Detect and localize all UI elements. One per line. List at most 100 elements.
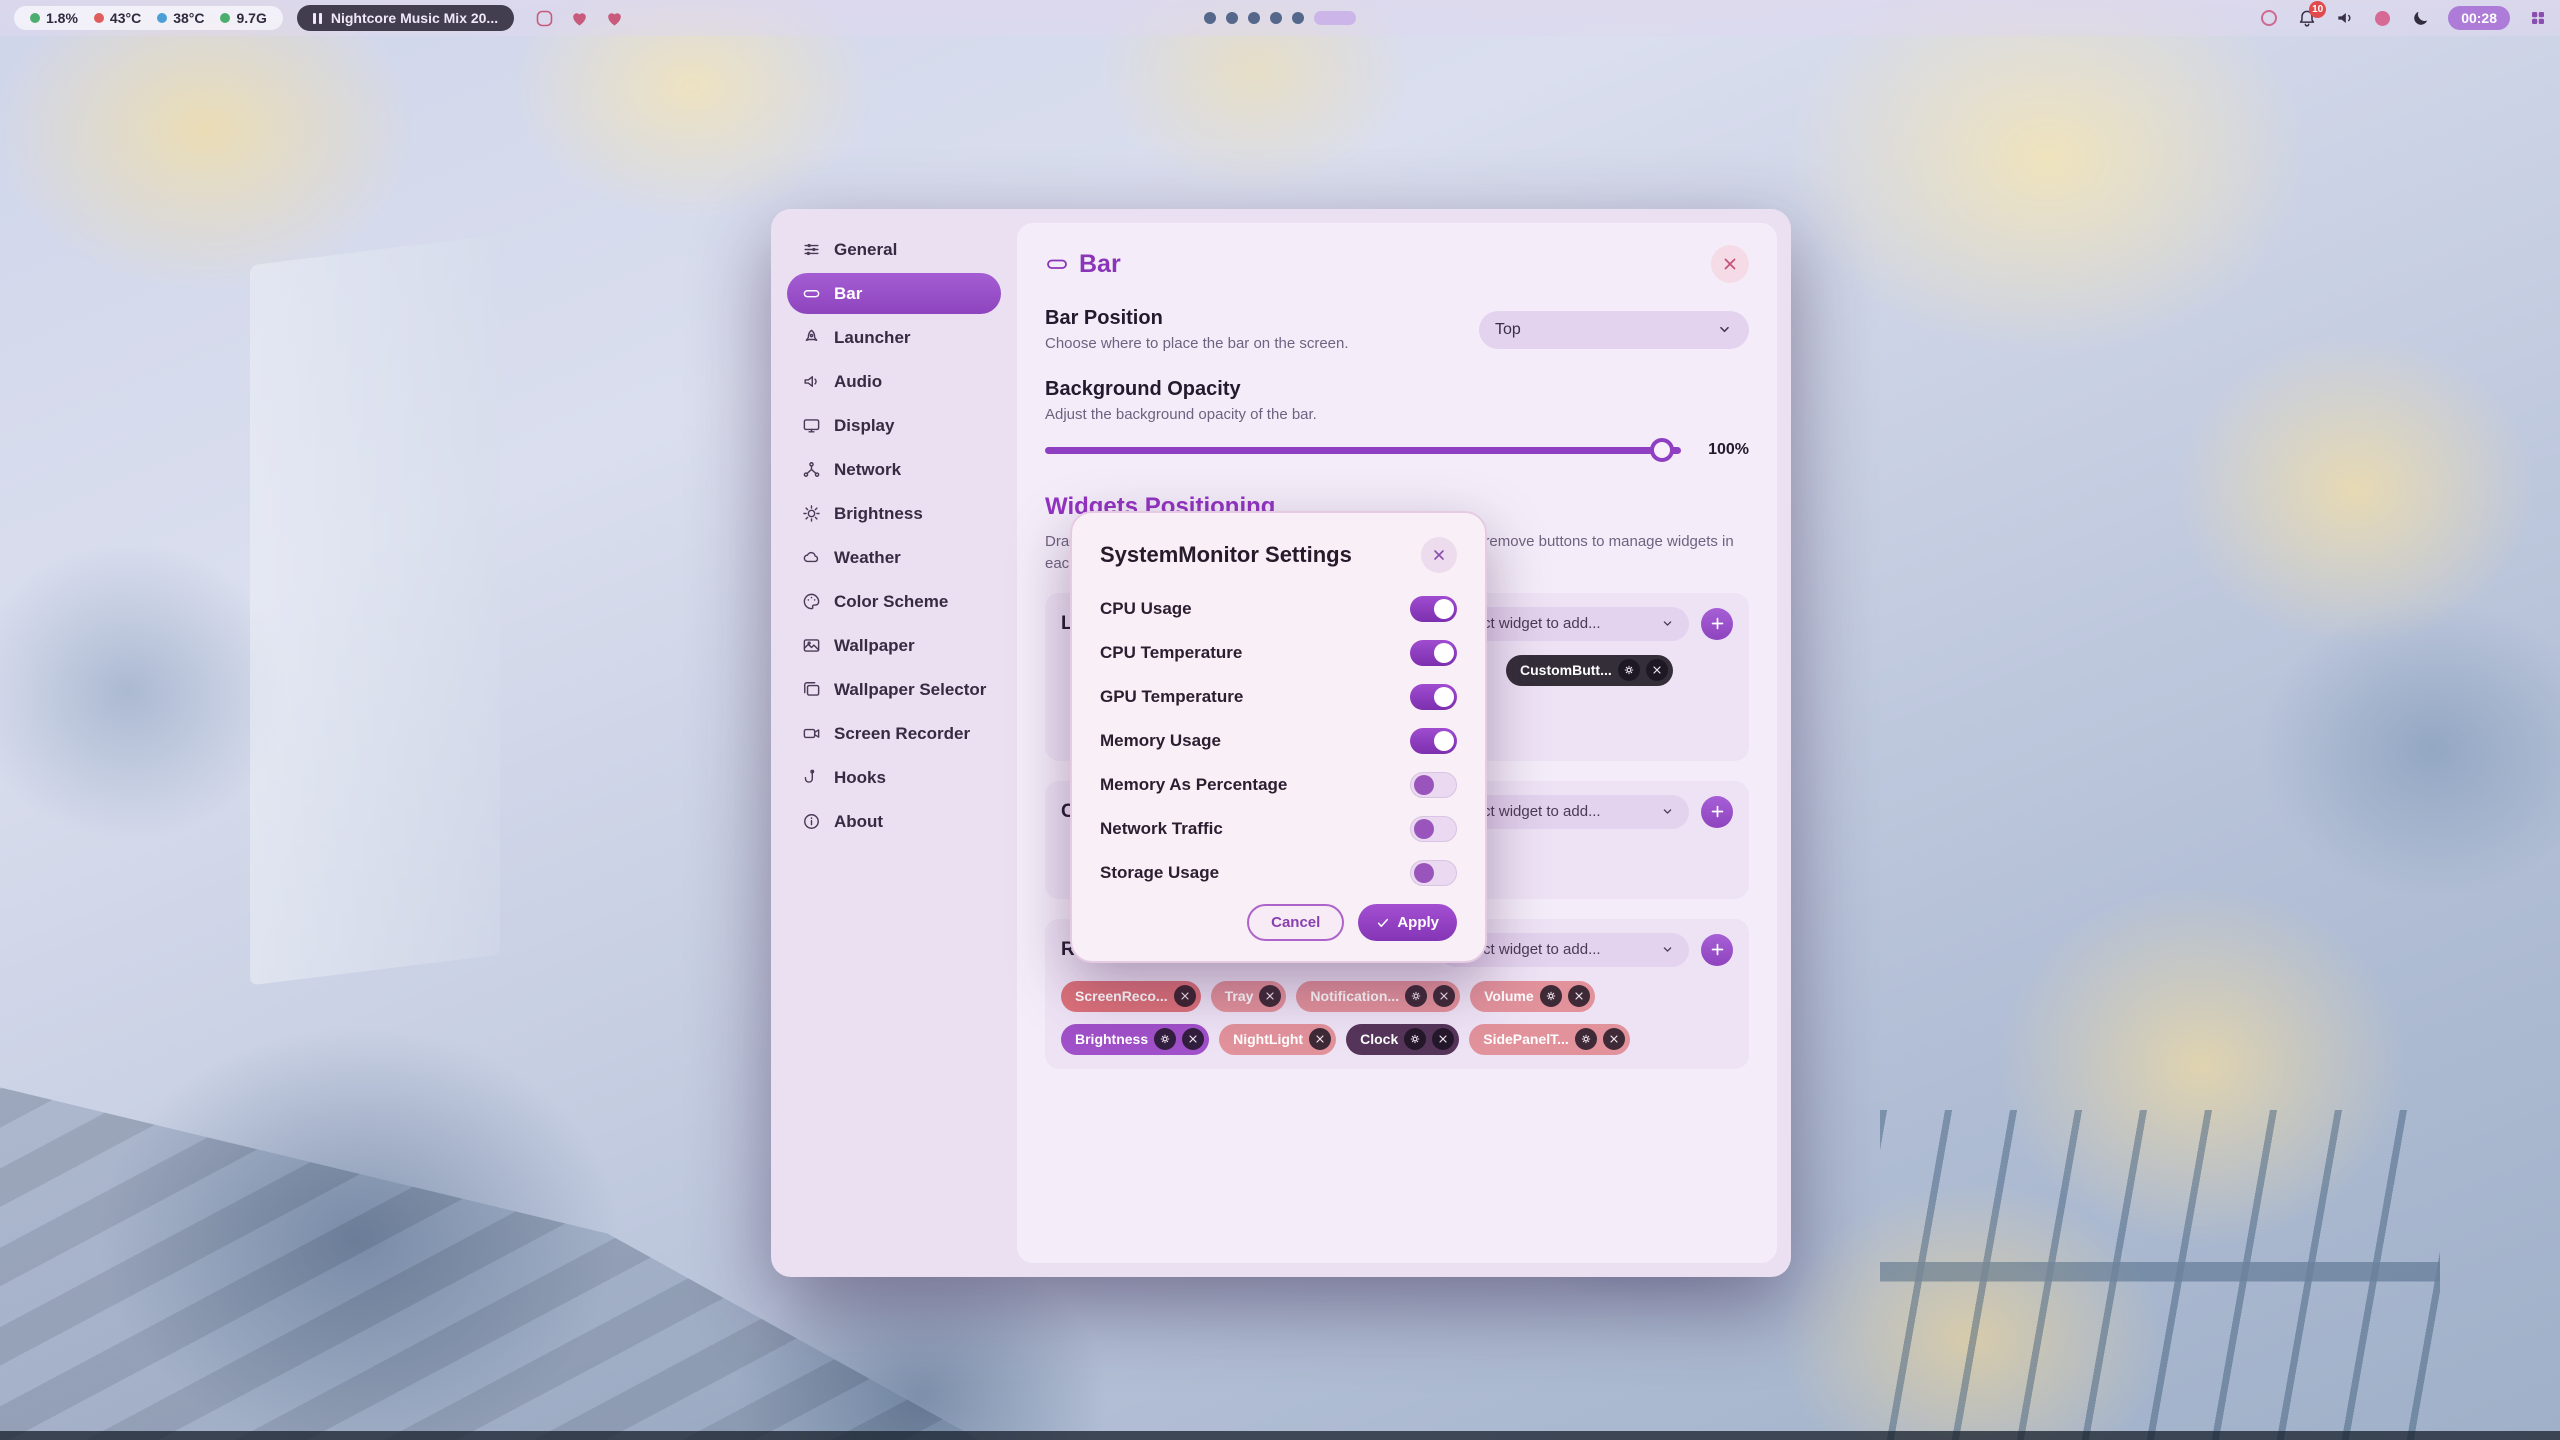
workspace-dot[interactable]: [1248, 12, 1260, 24]
sidebar-item-weather[interactable]: Weather: [787, 537, 1001, 578]
bar-position-dropdown[interactable]: Top: [1479, 311, 1749, 349]
chip-settings-button[interactable]: [1618, 659, 1640, 681]
chip-remove-button[interactable]: [1568, 985, 1590, 1007]
toggle-row-cpu-temperature: CPU Temperature: [1100, 631, 1457, 675]
workspace-dot[interactable]: [1204, 12, 1216, 24]
sidebar-item-label: General: [834, 240, 897, 260]
sidebar-item-audio[interactable]: Audio: [787, 361, 1001, 402]
night-light-icon[interactable]: [2410, 8, 2431, 29]
heart-icon[interactable]: [569, 8, 590, 29]
network-icon: [802, 460, 821, 479]
toggle-label: Network Traffic: [1100, 819, 1223, 839]
widget-chip-clock[interactable]: Clock: [1346, 1024, 1459, 1055]
chip-settings-button[interactable]: [1405, 985, 1427, 1007]
background-opacity-label: Background Opacity: [1045, 378, 1749, 401]
top-bar: 1.8%43°C38°C9.7G Nightcore Music Mix 20.…: [0, 0, 2560, 36]
media-player-chip[interactable]: Nightcore Music Mix 20...: [297, 5, 514, 31]
toggle-switch-cpu-usage[interactable]: [1410, 596, 1457, 622]
sticker-icon[interactable]: [534, 8, 555, 29]
widget-chip-volume[interactable]: Volume: [1470, 981, 1595, 1012]
chip-remove-button[interactable]: [1432, 1028, 1454, 1050]
sidebar-item-screen-recorder[interactable]: Screen Recorder: [787, 713, 1001, 754]
close-icon: [1187, 1033, 1199, 1045]
widget-chip-notification[interactable]: Notification...: [1296, 981, 1460, 1012]
color-picker-icon[interactable]: [2372, 8, 2393, 29]
chip-remove-button[interactable]: [1603, 1028, 1625, 1050]
apply-button[interactable]: Apply: [1358, 904, 1457, 941]
workspace-dot[interactable]: [1270, 12, 1282, 24]
sidebar-item-brightness[interactable]: Brightness: [787, 493, 1001, 534]
sidebar-item-color-scheme[interactable]: Color Scheme: [787, 581, 1001, 622]
chevron-down-icon: [1716, 321, 1733, 338]
chip-remove-button[interactable]: [1259, 985, 1281, 1007]
add-widget-button[interactable]: [1701, 796, 1733, 828]
sidebar-item-label: Color Scheme: [834, 592, 948, 612]
toggle-label: Memory As Percentage: [1100, 775, 1287, 795]
widget-chip-screenreco[interactable]: ScreenReco...: [1061, 981, 1201, 1012]
chip-label: NightLight: [1233, 1031, 1303, 1047]
chip-settings-button[interactable]: [1154, 1028, 1176, 1050]
chip-remove-button[interactable]: [1646, 659, 1668, 681]
cpu-usage-icon: [30, 13, 40, 23]
chip-remove-button[interactable]: [1182, 1028, 1204, 1050]
toggle-row-gpu-temperature: GPU Temperature: [1100, 675, 1457, 719]
system-stats-chip[interactable]: 1.8%43°C38°C9.7G: [14, 6, 283, 30]
modal-close-button[interactable]: [1421, 537, 1457, 573]
chip-settings-button[interactable]: [1540, 985, 1562, 1007]
toggle-row-network-traffic: Network Traffic: [1100, 807, 1457, 851]
opacity-value: 100%: [1697, 441, 1749, 459]
chevron-down-icon: [1660, 942, 1675, 957]
toggle-switch-memory-usage[interactable]: [1410, 728, 1457, 754]
toggle-switch-cpu-temperature[interactable]: [1410, 640, 1457, 666]
toggle-switch-network-traffic[interactable]: [1410, 816, 1457, 842]
chip-label: CustomButt...: [1520, 662, 1612, 678]
widget-chip-custombutt[interactable]: CustomButt...: [1506, 655, 1673, 686]
toggle-switch-storage-usage[interactable]: [1410, 860, 1457, 886]
sidebar-item-label: Bar: [834, 284, 862, 304]
stat-gpu-temp: 38°C: [157, 10, 204, 26]
chip-remove-button[interactable]: [1433, 985, 1455, 1007]
widget-chip-nightlight[interactable]: NightLight: [1219, 1024, 1336, 1055]
screen-record-icon[interactable]: [2258, 8, 2279, 29]
app-grid-icon[interactable]: [2527, 8, 2548, 29]
chip-settings-button[interactable]: [1575, 1028, 1597, 1050]
pause-icon: [313, 13, 322, 24]
opacity-slider[interactable]: [1045, 447, 1681, 454]
sidebar-item-network[interactable]: Network: [787, 449, 1001, 490]
sidebar-item-about[interactable]: About: [787, 801, 1001, 842]
recorder-icon: [802, 724, 821, 743]
chip-settings-button[interactable]: [1404, 1028, 1426, 1050]
sidebar-item-wallpaper[interactable]: Wallpaper: [787, 625, 1001, 666]
widget-chip-brightness[interactable]: Brightness: [1061, 1024, 1209, 1055]
close-icon: [1651, 664, 1663, 676]
sidebar-item-launcher[interactable]: Launcher: [787, 317, 1001, 358]
toggle-switch-gpu-temperature[interactable]: [1410, 684, 1457, 710]
sidebar-item-label: Wallpaper Selector: [834, 680, 986, 700]
workspace-dot[interactable]: [1292, 12, 1304, 24]
workspace-dot[interactable]: [1226, 12, 1238, 24]
workspace-active-pill[interactable]: [1314, 11, 1356, 25]
widget-chip-tray[interactable]: Tray: [1211, 981, 1287, 1012]
chip-remove-button[interactable]: [1174, 985, 1196, 1007]
add-widget-button[interactable]: [1701, 934, 1733, 966]
window-close-button[interactable]: [1711, 245, 1749, 283]
clock-chip[interactable]: 00:28: [2448, 6, 2510, 30]
cancel-button[interactable]: Cancel: [1247, 904, 1344, 941]
memory-icon: [220, 13, 230, 23]
sidebar-item-general[interactable]: General: [787, 229, 1001, 270]
sidebar-item-wallpaper-selector[interactable]: Wallpaper Selector: [787, 669, 1001, 710]
sidebar-item-bar[interactable]: Bar: [787, 273, 1001, 314]
toggle-switch-memory-as-percentage[interactable]: [1410, 772, 1457, 798]
chip-remove-button[interactable]: [1309, 1028, 1331, 1050]
volume-icon[interactable]: [2334, 8, 2355, 29]
heart-icon[interactable]: [604, 8, 625, 29]
plus-icon: [1709, 615, 1726, 632]
notifications-bell-icon[interactable]: 10: [2296, 8, 2317, 29]
add-widget-button[interactable]: [1701, 608, 1733, 640]
widget-chip-sidepanelt[interactable]: SidePanelT...: [1469, 1024, 1630, 1055]
opacity-slider-knob[interactable]: [1650, 438, 1674, 462]
chip-label: ScreenReco...: [1075, 988, 1168, 1004]
sidebar-item-hooks[interactable]: Hooks: [787, 757, 1001, 798]
toggle-row-memory-usage: Memory Usage: [1100, 719, 1457, 763]
sidebar-item-display[interactable]: Display: [787, 405, 1001, 446]
